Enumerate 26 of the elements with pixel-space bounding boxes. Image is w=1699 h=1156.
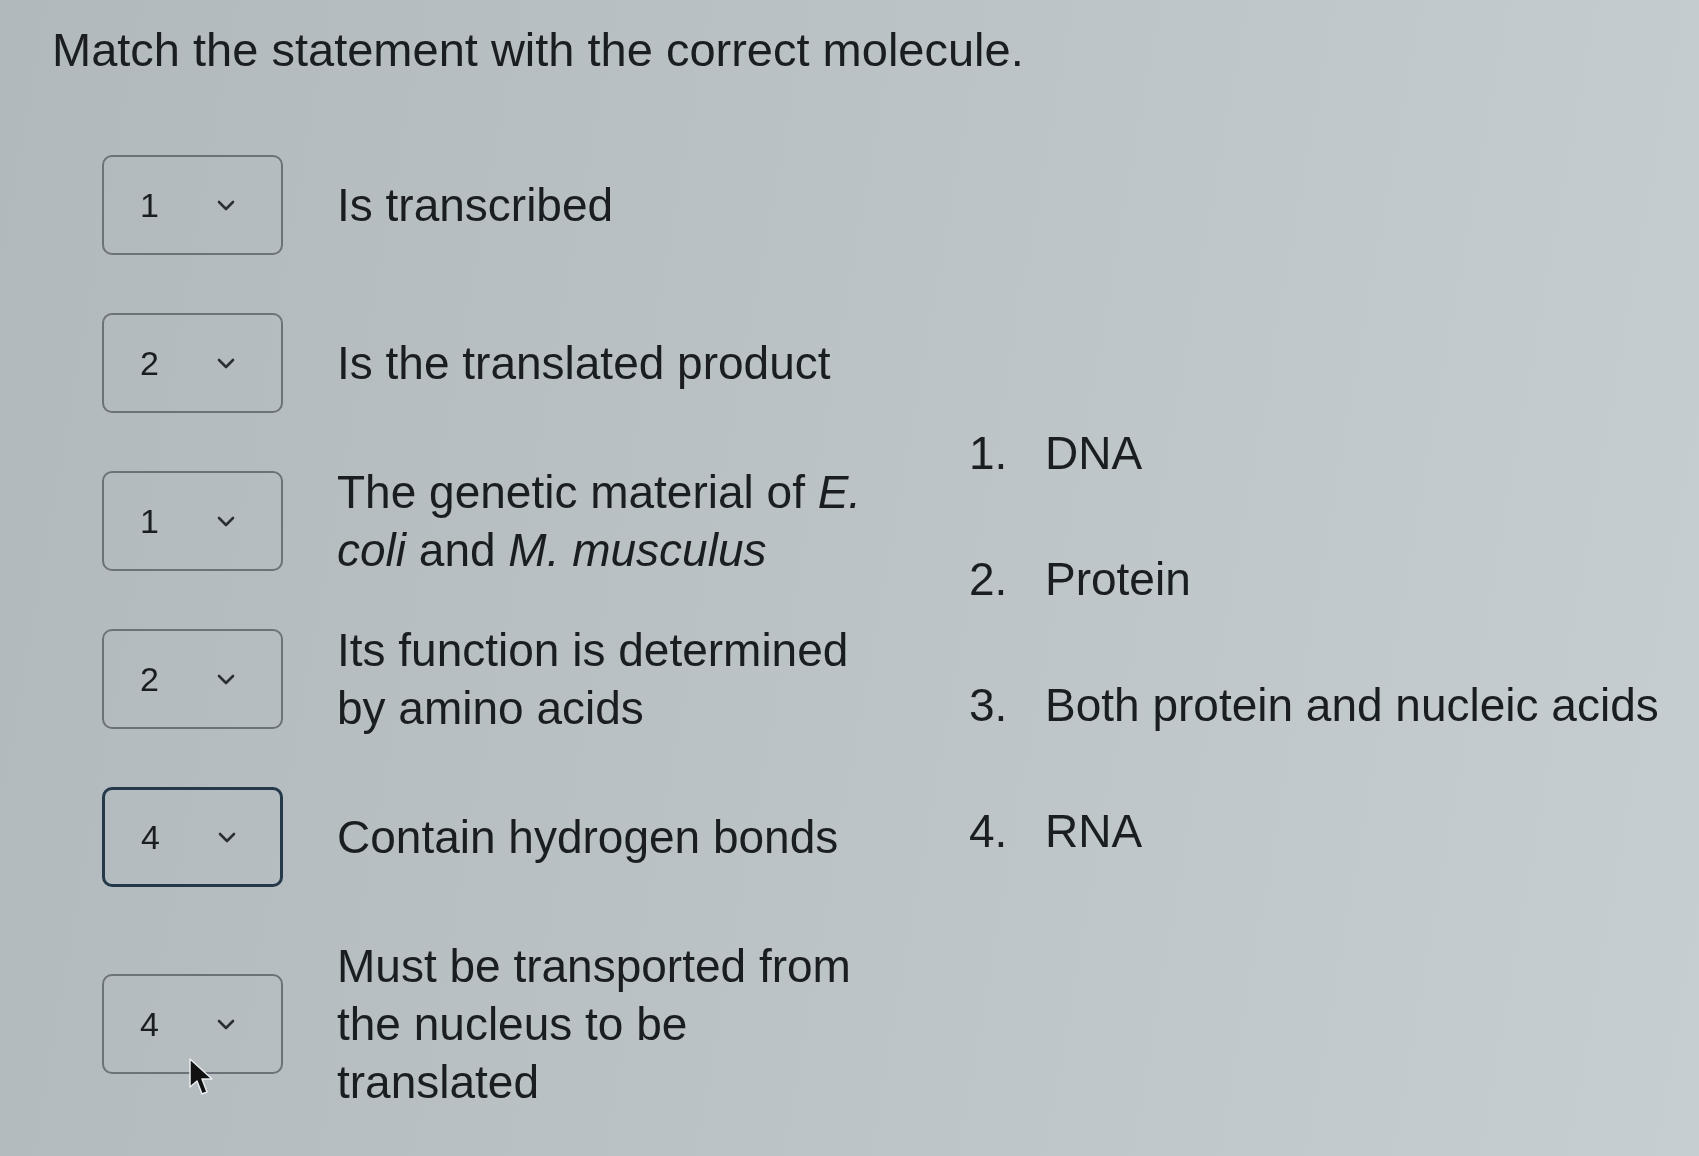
statement-text: Must be transported from the nucleus to be translated [337, 939, 852, 1110]
option-label: DNA [1045, 426, 1143, 480]
option-label: RNA [1045, 804, 1143, 858]
chevron-down-icon [216, 199, 235, 211]
option-number: 4. [969, 804, 1009, 858]
statement-text: The genetic material of E. coli and M. musculus [337, 465, 863, 578]
option-number: 3. [969, 678, 1009, 732]
statement-text: Contain hydrogen bonds [337, 810, 840, 865]
chevron-down-icon [216, 673, 235, 685]
chevron-down-icon [216, 1018, 235, 1030]
answer-dropdown[interactable]: 1 [102, 155, 283, 255]
answer-dropdown[interactable]: 4 [102, 787, 283, 887]
chevron-down-icon [216, 357, 235, 369]
option-number: 1. [969, 426, 1009, 480]
answer-dropdown[interactable]: 2 [102, 313, 283, 413]
option-number: 2. [969, 552, 1009, 606]
chevron-down-icon [217, 831, 236, 843]
statement-text: Is the translated product [337, 336, 832, 391]
statement-text: Its function is determined by amino acids [337, 623, 850, 736]
answer-dropdown[interactable]: 1 [102, 471, 283, 571]
option-label: Protein [1045, 552, 1191, 606]
answer-dropdown[interactable]: 2 [102, 629, 283, 729]
statement-text: Is transcribed [337, 178, 615, 233]
chevron-down-icon [216, 515, 235, 527]
option-label: Both protein and nucleic acids [1045, 678, 1659, 732]
question-title: Match the statement with the correct molecule. [52, 22, 1024, 78]
